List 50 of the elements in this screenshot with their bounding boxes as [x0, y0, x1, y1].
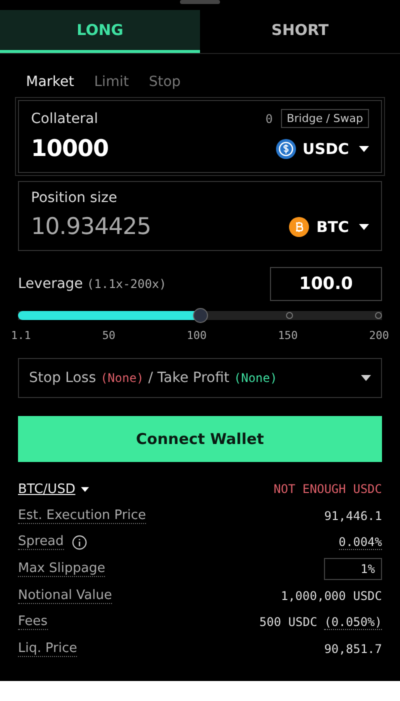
leverage-label: Leverage — [18, 276, 83, 292]
drag-handle[interactable] — [180, 0, 220, 4]
detail-value: 500 USDC — [259, 614, 318, 630]
detail-label: Spread — [18, 534, 64, 550]
slider-thumb[interactable] — [192, 308, 208, 323]
leverage-slider[interactable] — [18, 308, 382, 323]
caret-icon — [359, 224, 369, 230]
slider-tick-label: 1.1 — [11, 329, 31, 342]
slippage-input[interactable]: 1% — [324, 558, 382, 580]
caret-icon — [81, 486, 90, 492]
detail-label: Liq. Price — [18, 640, 78, 657]
slider-step-dot — [375, 312, 382, 319]
collateral-input[interactable]: 10000 — [31, 136, 109, 162]
caret-icon — [359, 146, 369, 152]
collateral-label: Collateral — [31, 110, 98, 126]
dollar-coin-icon — [276, 139, 296, 159]
detail-value: 91,446.1 — [324, 508, 382, 523]
market-pair-dropdown[interactable]: BTC/USD — [18, 482, 90, 497]
slider-step-dot — [286, 312, 293, 319]
tab[interactable]: LONG — [0, 10, 200, 53]
fee-percentage: (0.050%) — [324, 614, 382, 630]
leverage-input[interactable]: 100.0 — [270, 267, 382, 301]
stop-loss-take-profit-dropdown[interactable]: Stop Loss (None) / Take Profit (None) — [18, 358, 382, 398]
detail-label: Max Slippage — [18, 561, 106, 578]
token-selector[interactable]: BTC — [289, 217, 369, 237]
detail-value: 1,000,000 USDC — [280, 588, 382, 603]
position-size-label: Position size — [31, 190, 118, 206]
position-size-input[interactable]: 10.934425 — [31, 214, 151, 240]
detail-label: Est. Execution Price — [18, 508, 146, 524]
slider-tick-label: 200 — [369, 329, 389, 342]
detail-value: 0.004% — [338, 534, 382, 550]
tab[interactable]: SHORT — [200, 10, 400, 53]
detail-label: Fees — [18, 614, 48, 630]
warning-text: NOT ENOUGH USDC — [274, 482, 382, 496]
caret-icon — [361, 375, 371, 381]
detail-value: 90,851.7 — [324, 642, 382, 656]
info-icon[interactable] — [72, 534, 87, 550]
balance-text: 0 — [266, 112, 273, 126]
token-selector[interactable]: USDC — [276, 139, 369, 159]
order-type-tab[interactable]: Stop — [140, 74, 189, 90]
connect-wallet-button[interactable]: Connect Wallet — [18, 416, 382, 462]
slider-tick-label: 50 — [102, 329, 116, 342]
slider-tick-label: 150 — [278, 329, 298, 342]
leverage-range: (1.1x-200x) — [86, 277, 166, 291]
bitcoin-coin-icon — [289, 217, 310, 237]
order-type-tab[interactable]: Market — [18, 74, 82, 90]
slider-tick-label: 100 — [186, 329, 207, 342]
order-type-tab[interactable]: Limit — [86, 74, 137, 90]
bridge-swap-button[interactable]: Bridge / Swap — [280, 109, 369, 128]
detail-label: Notional Value — [18, 588, 112, 604]
